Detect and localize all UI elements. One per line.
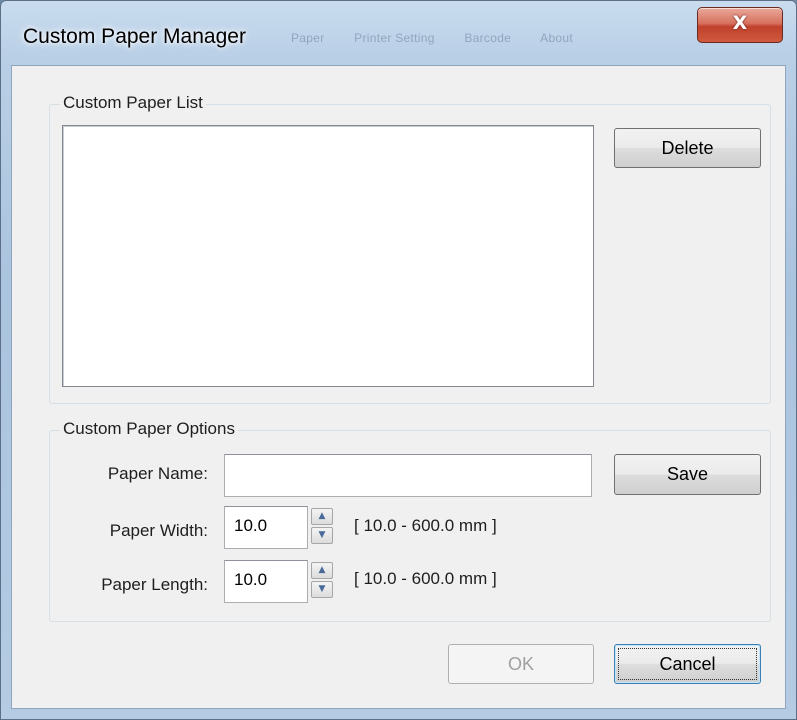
paper-width-range: [ 10.0 - 600.0 mm ]: [354, 516, 497, 535]
dialog-window: Custom Paper Manager Paper Printer Setti…: [0, 0, 797, 720]
paper-name-label: Paper Name:: [107, 464, 208, 483]
paper-length-label: Paper Length:: [101, 575, 208, 594]
paper-width-stepper: ▲ ▼: [311, 508, 333, 546]
paper-name-input[interactable]: [224, 454, 592, 497]
background-tabs: Paper Printer Setting Barcode About: [291, 31, 599, 45]
custom-paper-options-label: Custom Paper Options: [60, 419, 238, 439]
paper-length-down-icon[interactable]: ▼: [311, 581, 333, 598]
background-tab: About: [540, 31, 573, 45]
paper-length-range: [ 10.0 - 600.0 mm ]: [354, 569, 497, 588]
title-bar[interactable]: Custom Paper Manager Paper Printer Setti…: [1, 1, 796, 65]
background-tab: Paper: [291, 31, 325, 45]
ok-button-label: OK: [507, 654, 534, 674]
paper-length-stepper: ▲ ▼: [311, 562, 333, 600]
custom-paper-listbox[interactable]: [62, 125, 594, 387]
custom-paper-list-label: Custom Paper List: [60, 93, 206, 113]
dialog-client-area: Custom Paper List Delete Custom Paper Op…: [11, 65, 786, 709]
paper-width-up-icon[interactable]: ▲: [311, 508, 333, 525]
save-button-label: Save: [666, 464, 709, 484]
close-icon: X: [732, 12, 748, 34]
background-tab: Printer Setting: [354, 31, 435, 45]
background-tab: Barcode: [464, 31, 512, 45]
cancel-button[interactable]: Cancel: [614, 644, 761, 684]
delete-button-label: Delete: [661, 138, 714, 158]
paper-length-up-icon[interactable]: ▲: [311, 562, 333, 579]
save-button[interactable]: Save: [614, 454, 761, 495]
window-title: Custom Paper Manager: [23, 25, 246, 48]
ok-button[interactable]: OK: [448, 644, 594, 684]
focus-ring: [618, 648, 757, 680]
paper-length-input[interactable]: 10.0: [224, 560, 308, 603]
delete-button[interactable]: Delete: [614, 128, 761, 168]
paper-width-input[interactable]: 10.0: [224, 506, 308, 549]
paper-width-label: Paper Width:: [109, 521, 208, 540]
paper-width-down-icon[interactable]: ▼: [311, 527, 333, 544]
close-button[interactable]: X: [697, 7, 783, 43]
